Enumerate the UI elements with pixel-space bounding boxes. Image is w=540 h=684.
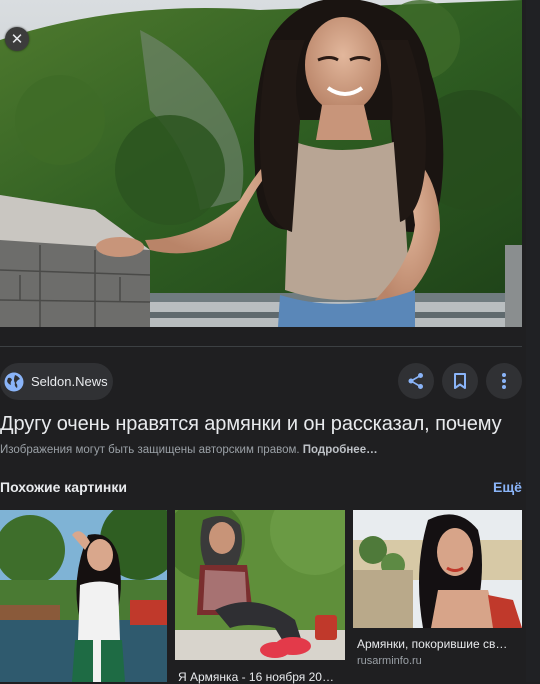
similar-image-1[interactable]	[0, 510, 167, 682]
similar-image-3-caption[interactable]: Армянки, покорившие св…	[357, 637, 522, 651]
main-image-photo	[0, 0, 522, 327]
close-icon: ✕	[10, 29, 24, 48]
similar-image-2-photo	[175, 510, 345, 660]
globe-icon	[4, 372, 24, 391]
save-button[interactable]	[442, 363, 478, 399]
close-button[interactable]: ✕	[5, 27, 29, 51]
similar-image-2[interactable]	[175, 510, 345, 660]
divider	[0, 346, 522, 347]
details-link[interactable]: Подробнее…	[303, 444, 378, 456]
scrollbar[interactable]	[526, 0, 540, 682]
similar-image-3-photo	[353, 510, 522, 628]
copyright-notice: Изображения могут быть защищены авторски…	[0, 444, 378, 456]
source-name: Seldon.News	[31, 374, 108, 389]
share-icon	[408, 373, 423, 389]
bookmark-icon	[454, 373, 466, 389]
similar-image-3-source: rusarminfo.ru	[357, 655, 422, 667]
more-similar-link[interactable]: Ещё	[493, 479, 522, 495]
copyright-text: Изображения могут быть защищены авторски…	[0, 444, 300, 456]
similar-image-1-photo	[0, 510, 167, 682]
image-title[interactable]: Другу очень нравятся армянки и он расска…	[0, 413, 502, 436]
more-vert-icon	[502, 373, 506, 389]
source-chip[interactable]: Seldon.News	[0, 363, 113, 400]
similar-image-3[interactable]	[353, 510, 522, 628]
more-button[interactable]	[486, 363, 522, 399]
main-image[interactable]	[0, 0, 522, 327]
similar-images-heading: Похожие картинки	[0, 479, 127, 495]
share-button[interactable]	[398, 363, 434, 399]
